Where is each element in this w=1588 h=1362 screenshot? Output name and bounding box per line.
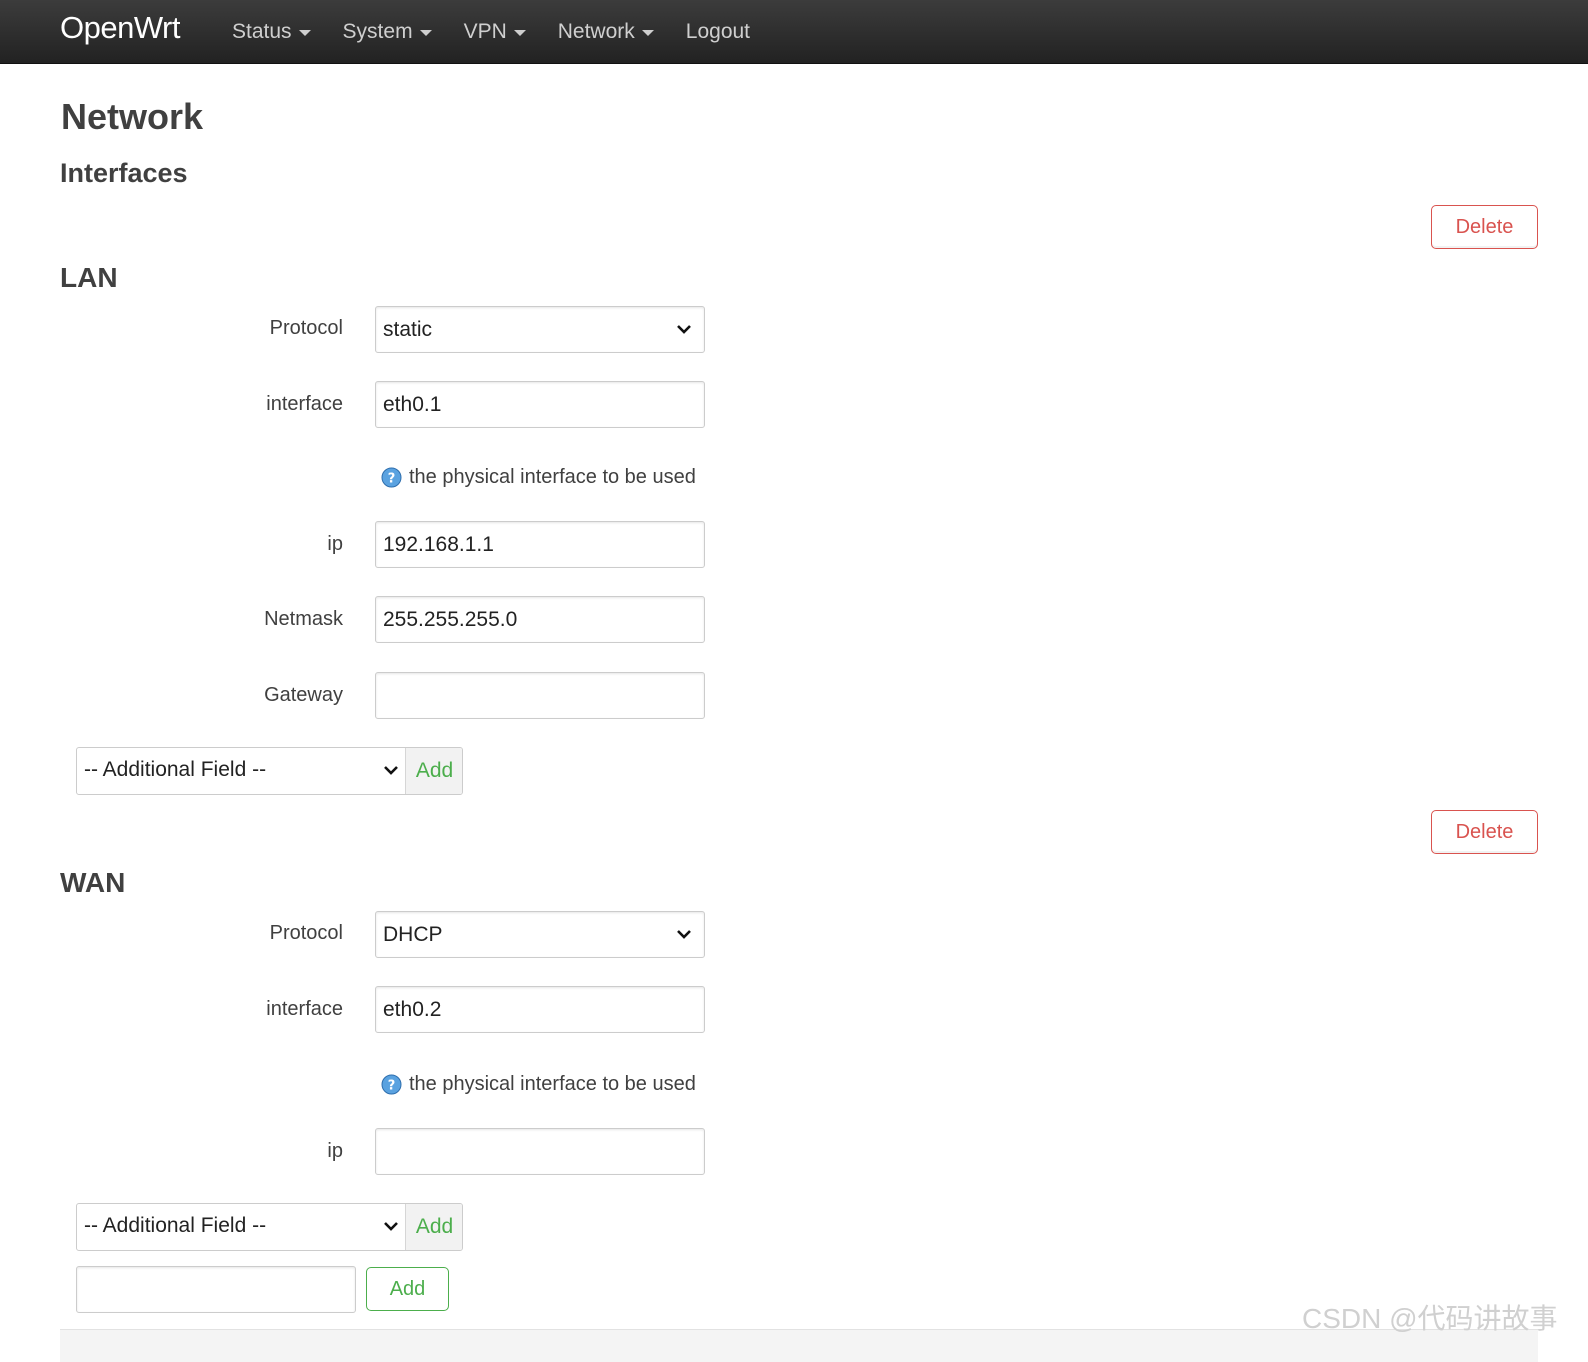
- lan-ip-input[interactable]: [375, 521, 705, 568]
- chevron-down-icon: [677, 325, 691, 334]
- wan-ip-label: ip: [327, 1140, 343, 1162]
- svg-text:?: ?: [388, 472, 396, 487]
- lan-interface-input[interactable]: [375, 381, 705, 428]
- help-icon: ?: [381, 467, 402, 488]
- lan-gateway-input[interactable]: [375, 672, 705, 719]
- top-navbar: OpenWrt Status System VPN Network Logout: [0, 0, 1588, 64]
- chevron-down-icon: [384, 766, 398, 775]
- lan-interface-help: ? the physical interface to be used: [381, 466, 696, 489]
- select-value: static: [383, 318, 433, 341]
- lan-add-field-button[interactable]: Add: [405, 748, 462, 794]
- menu-label: Network: [557, 20, 635, 43]
- chevron-down-icon: [384, 1222, 398, 1231]
- lan-interface-label: interface: [266, 393, 343, 415]
- menu-vpn[interactable]: VPN: [464, 20, 526, 44]
- new-interface-name-input[interactable]: [76, 1266, 356, 1313]
- lan-additional-field-select[interactable]: -- Additional Field --: [77, 748, 405, 794]
- menu-logout[interactable]: Logout: [686, 20, 750, 44]
- brand-logo[interactable]: OpenWrt: [60, 10, 180, 46]
- lan-gateway-label: Gateway: [264, 684, 343, 706]
- select-value: -- Additional Field --: [84, 758, 267, 781]
- page-subtitle: Interfaces: [60, 158, 188, 188]
- caret-down-icon: [641, 30, 654, 36]
- select-value: -- Additional Field --: [84, 1214, 267, 1237]
- wan-interface-label: interface: [266, 998, 343, 1020]
- lan-additional-field-group: -- Additional Field -- Add: [76, 747, 463, 795]
- wan-ip-input[interactable]: [375, 1128, 705, 1175]
- menu-label: VPN: [463, 20, 507, 43]
- watermark: CSDN @代码讲故事: [1302, 1303, 1558, 1334]
- svg-text:?: ?: [388, 1079, 396, 1094]
- menu-label: System: [342, 20, 413, 43]
- wan-protocol-label: Protocol: [269, 922, 343, 944]
- menu-system[interactable]: System: [343, 20, 432, 44]
- add-interface-button[interactable]: Add: [366, 1267, 449, 1311]
- menu-network[interactable]: Network: [558, 20, 654, 44]
- menu-status[interactable]: Status: [232, 20, 311, 44]
- lan-netmask-label: Netmask: [264, 608, 343, 630]
- select-value: DHCP: [383, 923, 443, 946]
- lan-delete-button[interactable]: Delete: [1431, 205, 1538, 249]
- wan-delete-button[interactable]: Delete: [1431, 810, 1538, 854]
- wan-additional-field-group: -- Additional Field -- Add: [76, 1203, 463, 1251]
- menu-label: Status: [232, 20, 292, 43]
- wan-protocol-select[interactable]: DHCP: [375, 911, 705, 958]
- wan-interface-input[interactable]: [375, 986, 705, 1033]
- wan-section-title: WAN: [60, 867, 126, 898]
- wan-additional-field-select[interactable]: -- Additional Field --: [77, 1204, 405, 1250]
- caret-down-icon: [298, 30, 311, 36]
- help-text: the physical interface to be used: [409, 466, 696, 488]
- main-menu: Status System VPN Network Logout: [232, 0, 782, 64]
- lan-protocol-label: Protocol: [269, 317, 343, 339]
- help-icon: ?: [381, 1074, 402, 1095]
- lan-protocol-select[interactable]: static: [375, 306, 705, 353]
- caret-down-icon: [513, 30, 526, 36]
- wan-interface-help: ? the physical interface to be used: [381, 1073, 696, 1096]
- lan-netmask-input[interactable]: [375, 596, 705, 643]
- menu-label: Logout: [685, 20, 751, 43]
- caret-down-icon: [419, 30, 432, 36]
- page-title: Network: [61, 96, 204, 137]
- wan-add-field-button[interactable]: Add: [405, 1204, 462, 1250]
- help-text: the physical interface to be used: [409, 1073, 696, 1095]
- lan-ip-label: ip: [327, 533, 343, 555]
- lan-section-title: LAN: [60, 262, 118, 293]
- chevron-down-icon: [677, 930, 691, 939]
